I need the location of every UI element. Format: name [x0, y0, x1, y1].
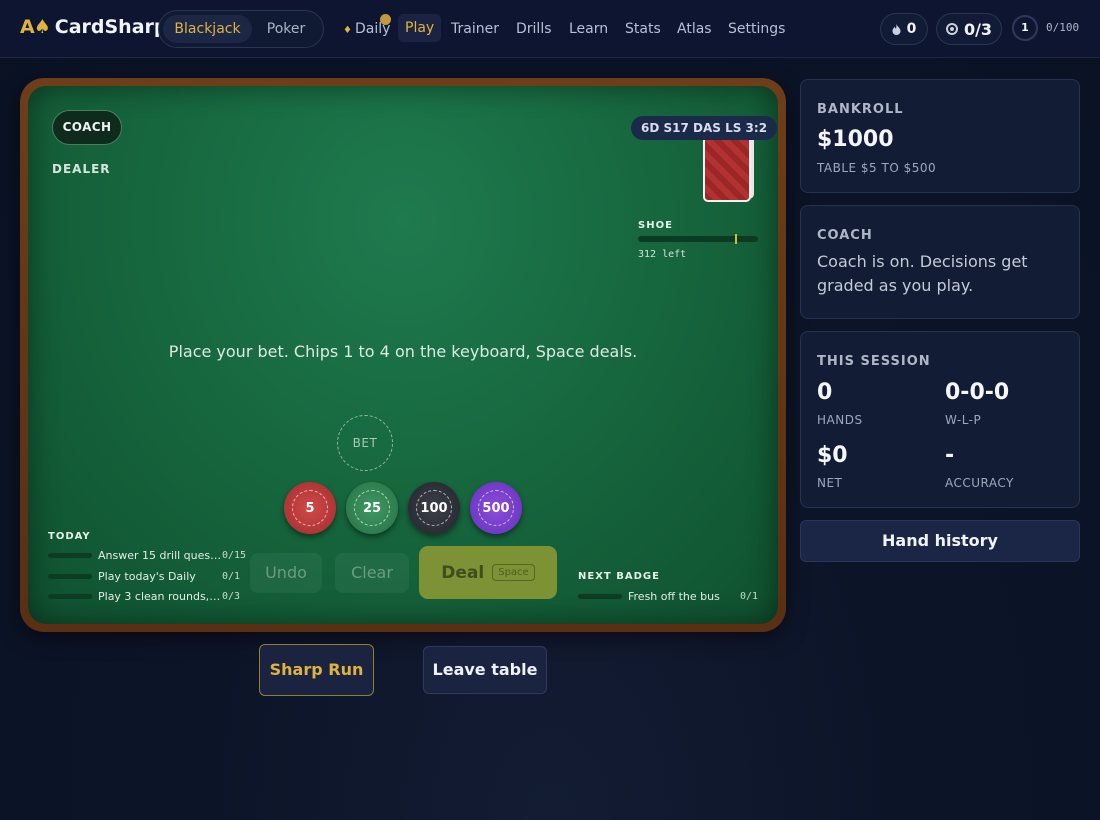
next-badge-count: 0/1 [740, 590, 759, 602]
wlp-value: 0-0-0 [945, 380, 1010, 405]
wlp-label: W-L-P [945, 413, 982, 427]
bet-prompt: Place your bet. Chips 1 to 4 on the keyb… [168, 342, 638, 361]
shoe-progress-track [638, 234, 758, 244]
task-progress-bar [48, 593, 92, 599]
chip-500-label: 500 [478, 490, 514, 526]
today-title: TODAY [48, 531, 91, 542]
today-task: Answer 15 drill questions 0/15 [48, 547, 246, 563]
deal-button-label: Deal [441, 562, 485, 583]
daily-notification-dot [380, 14, 391, 25]
dealer-label: DEALER [52, 162, 111, 176]
nav-settings[interactable]: Settings [728, 15, 785, 43]
chip-500[interactable]: 500 [470, 482, 522, 534]
table-felt: COACH DEALER 6D S17 DAS LS 3:2 SHOE 312 … [28, 86, 778, 624]
leave-table-button[interactable]: Leave table [423, 646, 547, 694]
task-count: 0/15 [222, 549, 247, 561]
nav-drills[interactable]: Drills [516, 15, 552, 43]
target-icon [945, 23, 958, 35]
table-rules-badge: 6D S17 DAS LS 3:2 [631, 116, 778, 140]
diamond-icon: ♦ [343, 25, 352, 36]
app-name: CardSharp [54, 16, 168, 38]
undo-button[interactable]: Undo [250, 553, 322, 593]
card-shoe-back [703, 136, 751, 202]
badge-progress-bar [578, 593, 622, 599]
chip-5-label: 5 [292, 490, 328, 526]
hands-label: HANDS [817, 413, 863, 427]
game-mode-switch: Blackjack Poker [158, 10, 324, 48]
session-title: THIS SESSION [817, 354, 931, 369]
nav-atlas[interactable]: Atlas [677, 15, 712, 43]
deal-shortcut-key: Space [492, 564, 535, 581]
task-progress-bar [48, 573, 92, 579]
mode-poker-button[interactable]: Poker [257, 15, 315, 43]
nav-learn[interactable]: Learn [569, 15, 608, 43]
next-badge-row: Fresh off the bus 0/1 [578, 588, 758, 604]
next-badge-label: Fresh off the bus [628, 589, 720, 603]
level-badge[interactable]: 1 [1012, 15, 1038, 41]
today-task: Play today's Daily 0/1 [48, 568, 240, 584]
shoe-remaining: 312 left [638, 249, 687, 260]
sharp-run-button[interactable]: Sharp Run [259, 644, 374, 696]
clear-button[interactable]: Clear [335, 553, 409, 593]
bankroll-amount: $1000 [817, 127, 894, 152]
blackjack-table-rail: COACH DEALER 6D S17 DAS LS 3:2 SHOE 312 … [20, 78, 786, 632]
task-count: 0/3 [222, 590, 241, 602]
daily-goal-count: 0/3 [963, 19, 993, 39]
task-label: Answer 15 drill questions [98, 548, 222, 562]
task-progress-bar [48, 552, 92, 558]
hands-value: 0 [817, 380, 833, 405]
task-label: Play 3 clean rounds, zero mistakes [98, 589, 222, 603]
streak-count: 0 [906, 21, 917, 37]
net-value: $0 [817, 443, 848, 468]
chip-25-label: 25 [354, 490, 390, 526]
accuracy-value: - [945, 443, 955, 468]
next-badge-title: NEXT BADGE [578, 571, 660, 582]
nav-trainer[interactable]: Trainer [451, 15, 499, 43]
nav-play[interactable]: Play [398, 14, 442, 42]
table-limits: TABLE $5 TO $500 [817, 161, 937, 175]
chip-100[interactable]: 100 [408, 482, 460, 534]
task-count: 0/1 [222, 570, 241, 582]
chip-25[interactable]: 25 [346, 482, 398, 534]
chip-100-label: 100 [416, 490, 452, 526]
app-logo[interactable]: A♠ CardSharp [20, 16, 168, 38]
shoe-label: SHOE [638, 220, 673, 231]
xp-progress: 0/100 [1046, 21, 1080, 34]
session-panel: THIS SESSION 0 HANDS 0-0-0 W-L-P $0 NET … [800, 331, 1080, 508]
coach-title: COACH [817, 228, 873, 243]
chip-5[interactable]: 5 [284, 482, 336, 534]
deal-button[interactable]: Deal Space [419, 546, 557, 599]
coach-panel: COACH Coach is on. Decisions get graded … [800, 205, 1080, 319]
coach-message: Coach is on. Decisions get graded as you… [817, 252, 1028, 295]
ace-spade-logo-icon: A♠ [20, 16, 51, 38]
today-task: Play 3 clean rounds, zero mistakes 0/3 [48, 588, 240, 604]
top-bar: A♠ CardSharp Blackjack Poker ♦ Daily Play… [0, 0, 1100, 58]
net-label: NET [817, 476, 843, 490]
coach-toggle-button[interactable]: COACH [52, 110, 122, 145]
nav-stats[interactable]: Stats [625, 15, 661, 43]
task-label: Play today's Daily [98, 569, 196, 583]
daily-goal-pill[interactable]: 0/3 [936, 13, 1002, 45]
shoe-progress-marker [735, 234, 738, 244]
mode-blackjack-button[interactable]: Blackjack [163, 15, 252, 43]
flame-icon [892, 23, 901, 35]
bankroll-title: BANKROLL [817, 102, 904, 117]
bankroll-panel: BANKROLL $1000 TABLE $5 TO $500 [800, 79, 1080, 193]
streak-pill[interactable]: 0 [880, 13, 928, 45]
hand-history-button[interactable]: Hand history [800, 520, 1080, 562]
accuracy-label: ACCURACY [945, 476, 1014, 490]
bet-spot[interactable]: BET [337, 415, 393, 471]
